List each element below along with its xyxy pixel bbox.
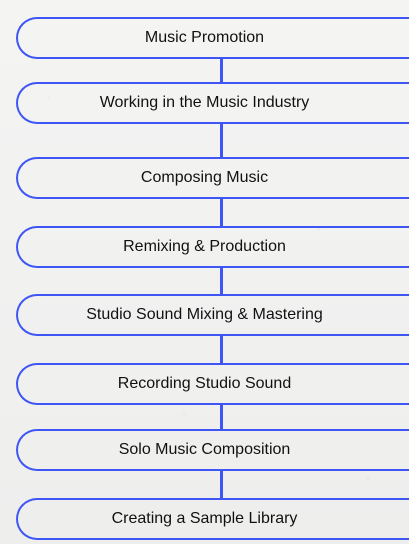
step-label: Composing Music: [140, 169, 269, 186]
step-creating-sample-library[interactable]: Creating a Sample Library: [16, 498, 409, 540]
connector-line-5: [220, 336, 223, 363]
step-label: Music Promotion: [144, 29, 265, 46]
connector-line-4: [220, 268, 223, 294]
step-label: Studio Sound Mixing & Mastering: [86, 306, 323, 323]
step-studio-mixing-mastering[interactable]: Studio Sound Mixing & Mastering: [16, 294, 409, 336]
step-solo-music-composition[interactable]: Solo Music Composition: [16, 429, 409, 471]
step-music-promotion[interactable]: Music Promotion: [16, 17, 409, 59]
step-remixing-production[interactable]: Remixing & Production: [16, 226, 409, 268]
connector-line-6: [220, 405, 223, 429]
connector-line-2: [220, 124, 223, 157]
step-label: Remixing & Production: [123, 238, 286, 255]
step-recording-studio-sound[interactable]: Recording Studio Sound: [16, 363, 409, 405]
step-label: Working in the Music Industry: [99, 94, 310, 111]
step-composing-music[interactable]: Composing Music: [16, 157, 409, 199]
connector-line-7: [220, 471, 223, 498]
connector-line-1: [220, 59, 223, 82]
step-label: Recording Studio Sound: [117, 375, 292, 392]
step-label: Solo Music Composition: [118, 441, 291, 458]
step-label: Creating a Sample Library: [111, 510, 298, 527]
step-working-in-music-industry[interactable]: Working in the Music Industry: [16, 82, 409, 124]
connector-line-3: [220, 199, 223, 226]
course-flowchart: Music Promotion Working in the Music Ind…: [0, 0, 409, 544]
